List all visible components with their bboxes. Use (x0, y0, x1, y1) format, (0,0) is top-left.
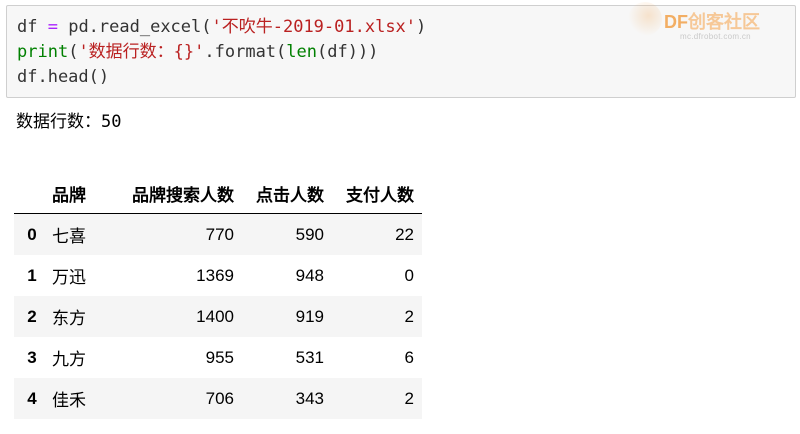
code-token: df.head() (17, 67, 110, 87)
cell-pay: 2 (404, 388, 414, 408)
cell-output-text: 数据行数：50 (16, 112, 122, 132)
code-token: '数据行数：{}' (78, 42, 205, 62)
cell-click: 531 (295, 347, 324, 367)
table-header-row: 品牌 品牌搜索人数 点击人数 支付人数 (14, 173, 422, 214)
cell-pay: 0 (404, 265, 414, 285)
cell-click: 343 (295, 388, 324, 408)
code-token: = (47, 17, 58, 37)
code-editor[interactable]: df = pd.read_excel('不吹牛-2019-01.xlsx') pr… (17, 15, 795, 90)
code-cell[interactable]: df = pd.read_excel('不吹牛-2019-01.xlsx') pr… (6, 5, 796, 98)
table-row: 4 佳禾 706 343 2 (14, 378, 422, 419)
cell-brand: 佳禾 (52, 391, 86, 410)
cell-pay: 22 (395, 224, 414, 244)
cell-search: 1400 (196, 306, 234, 326)
code-token: ) (416, 17, 427, 37)
table-row: 3 九方 955 531 6 (14, 337, 422, 378)
cell-click: 919 (295, 306, 324, 326)
row-index: 1 (27, 265, 37, 285)
cell-pay: 6 (404, 347, 414, 367)
code-token: ( (68, 42, 79, 62)
column-header-search: 品牌搜索人数 (107, 173, 234, 214)
cell-brand: 九方 (52, 350, 86, 369)
code-line: df = pd.read_excel('不吹牛-2019-01.xlsx') (17, 15, 795, 40)
code-line: df.head() (17, 65, 795, 90)
code-token: df (17, 17, 48, 37)
column-header-pay: 支付人数 (324, 173, 422, 214)
cell-brand: 万迅 (52, 268, 86, 287)
cell-click: 948 (295, 265, 324, 285)
table-row: 1 万迅 1369 948 0 (14, 255, 422, 296)
column-header-brand: 品牌 (50, 173, 107, 214)
cell-search: 955 (205, 347, 234, 367)
code-token: len (286, 42, 317, 62)
cell-brand: 七喜 (52, 227, 86, 246)
code-token: pd.read_excel( (57, 17, 212, 37)
table-row: 2 东方 1400 919 2 (14, 296, 422, 337)
cell-search: 706 (205, 388, 234, 408)
code-token: print (17, 42, 69, 62)
cell-click: 590 (295, 224, 324, 244)
column-header-click: 点击人数 (234, 173, 324, 214)
row-index: 0 (27, 224, 37, 244)
row-index: 2 (27, 306, 37, 326)
code-line: print('数据行数：{}'.format(len(df))) (17, 40, 795, 65)
code-token: '不吹牛-2019-01.xlsx' (211, 17, 417, 37)
column-header-index (14, 173, 50, 214)
cell-brand: 东方 (52, 309, 86, 328)
row-index: 3 (27, 347, 37, 367)
code-token: (df))) (317, 42, 379, 62)
cell-search: 1369 (196, 265, 234, 285)
dataframe-table: 品牌 品牌搜索人数 点击人数 支付人数 0 七喜 770 590 22 1 万迅 1369 94… (14, 173, 422, 419)
table-row: 0 七喜 770 590 22 (14, 213, 422, 255)
row-index: 4 (27, 388, 37, 408)
code-token: .format( (204, 42, 287, 62)
cell-search: 770 (205, 224, 234, 244)
cell-pay: 2 (404, 306, 414, 326)
